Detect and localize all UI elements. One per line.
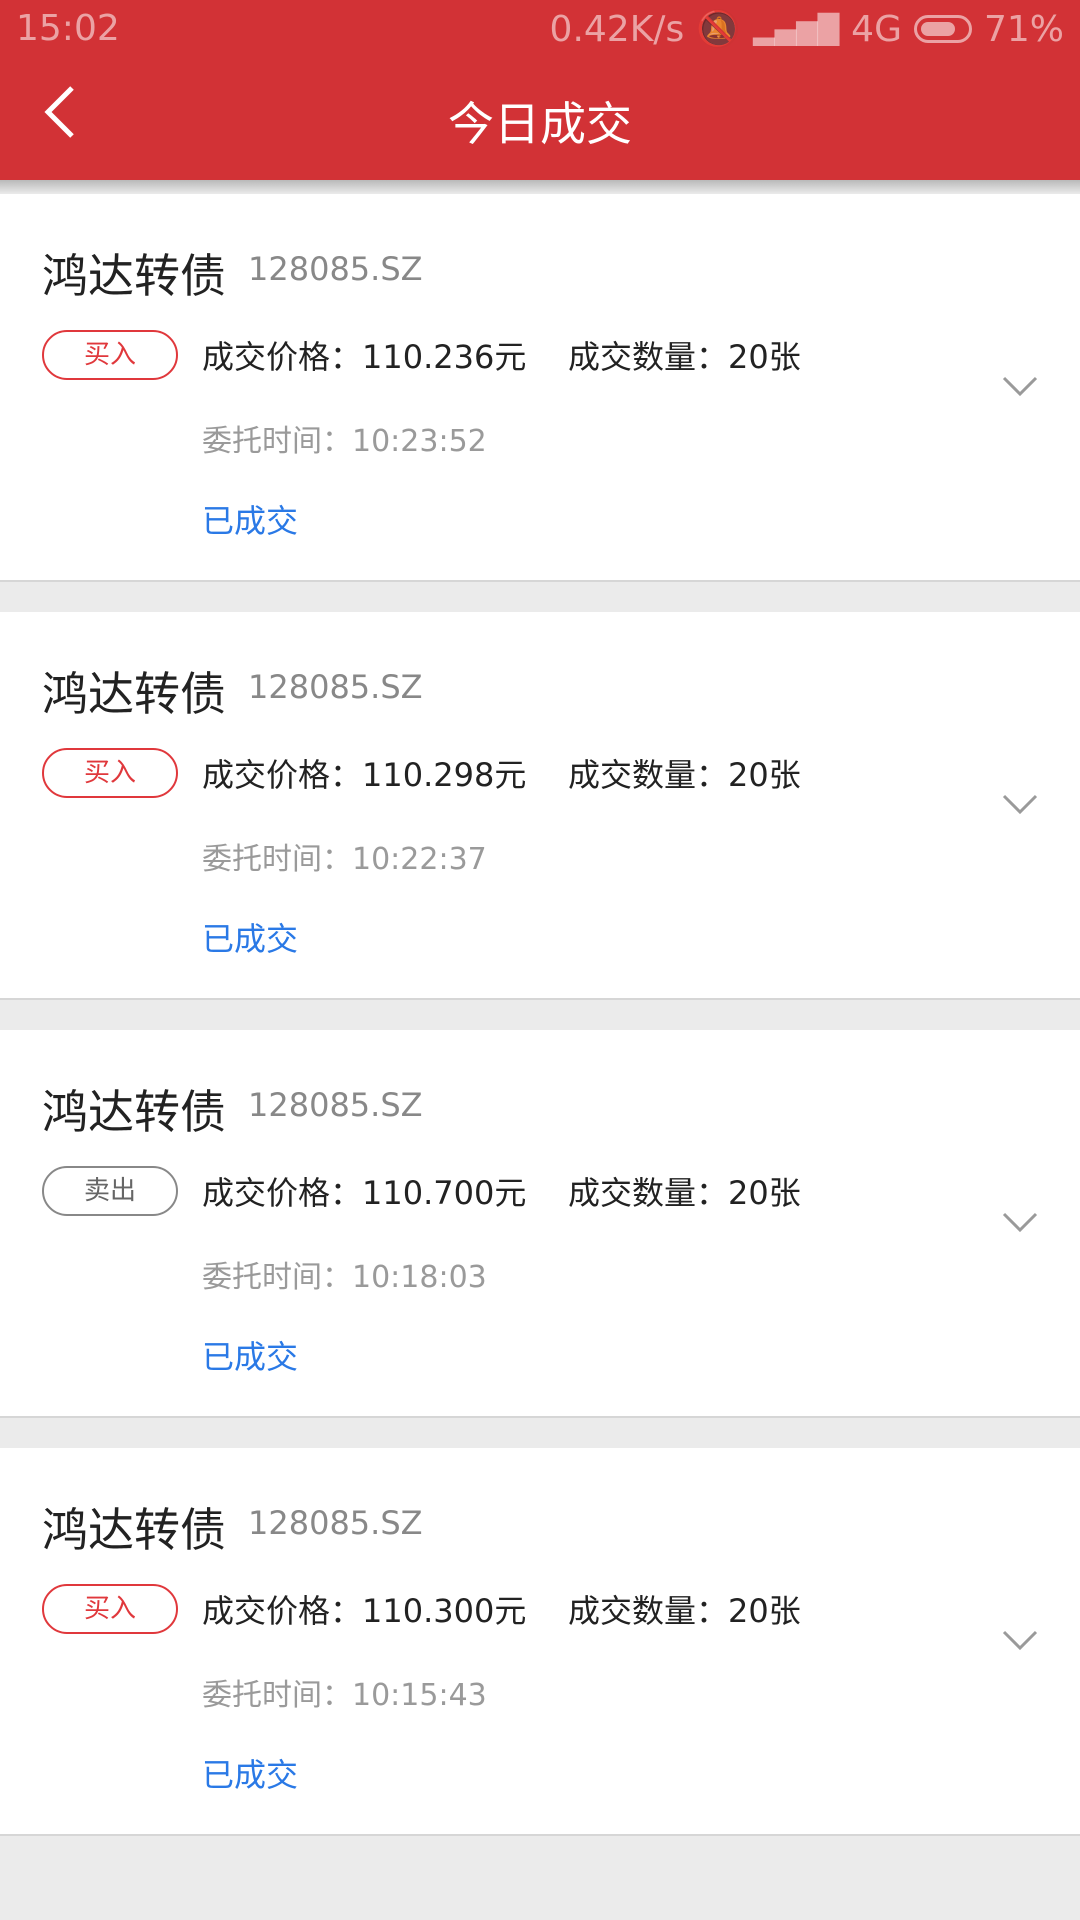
price-value: 110.236元 [362,338,527,376]
time-label: 委托时间： [202,424,352,459]
side-badge: 买入 [42,330,178,380]
chevron-down-icon [1002,794,1038,815]
time-value: 10:23:52 [352,424,487,459]
quantity-label: 成交数量： [568,338,729,376]
status-icons: 0.42K/s 🔕 ▂▄▆█ 4G 71% [549,8,1064,51]
trade-status: 已成交 [202,1756,299,1794]
trade-card[interactable]: 鸿达转债 128085.SZ 买入 成交价格：110.298元 成交数量：20张… [0,612,1080,1000]
quantity-label: 成交数量： [568,756,729,794]
price-value: 110.700元 [362,1174,527,1212]
trade-quantity: 成交数量：20张 [568,750,801,796]
trade-status: 已成交 [202,502,299,540]
trade-quantity: 成交数量：20张 [568,1168,801,1214]
time-label: 委托时间： [202,1260,352,1295]
order-time: 委托时间：10:23:52 [202,416,487,460]
status-bar: 15:02 0.42K/s 🔕 ▂▄▆█ 4G 71% [0,0,1080,58]
trade-price: 成交价格：110.236元 [202,332,526,378]
order-time: 委托时间：10:22:37 [202,834,487,878]
signal-icon: ▂▄▆█ [753,12,840,46]
trade-price: 成交价格：110.298元 [202,750,526,796]
side-badge: 买入 [42,1584,178,1634]
order-time: 委托时间：10:15:43 [202,1670,487,1714]
app-header: 15:02 0.42K/s 🔕 ▂▄▆█ 4G 71% 今日成交 [0,0,1080,180]
quantity-value: 20张 [728,1174,801,1212]
price-value: 110.300元 [362,1592,527,1630]
price-label: 成交价格： [202,756,363,794]
bond-name: 鸿达转债 [42,667,226,721]
network-speed: 0.42K/s [549,8,685,50]
time-label: 委托时间： [202,842,352,877]
trade-card[interactable]: 鸿达转债 128085.SZ 卖出 成交价格：110.700元 成交数量：20张… [0,1030,1080,1418]
order-time: 委托时间：10:18:03 [202,1252,487,1296]
bond-name: 鸿达转债 [42,249,226,303]
expand-button[interactable] [1000,1210,1040,1236]
chevron-down-icon [1002,376,1038,397]
trade-status: 已成交 [202,920,299,958]
expand-button[interactable] [1000,1628,1040,1654]
price-label: 成交价格： [202,1174,363,1212]
quantity-label: 成交数量： [568,1174,729,1212]
expand-button[interactable] [1000,374,1040,400]
battery-level: 71% [983,8,1064,50]
price-label: 成交价格： [202,1592,363,1630]
header-shadow [0,180,1080,194]
quantity-value: 20张 [728,1592,801,1630]
bond-name: 鸿达转债 [42,1085,226,1139]
trade-quantity: 成交数量：20张 [568,1586,801,1632]
price-value: 110.298元 [362,756,527,794]
trade-status: 已成交 [202,1338,299,1376]
bond-code: 128085.SZ [248,1086,423,1124]
status-time: 15:02 [16,8,120,49]
network-type: 4G [851,8,902,50]
time-value: 10:15:43 [352,1678,487,1713]
quantity-label: 成交数量： [568,1592,729,1630]
trade-list: 鸿达转债 128085.SZ 买入 成交价格：110.236元 成交数量：20张… [0,194,1080,1866]
time-value: 10:22:37 [352,842,487,877]
trade-card[interactable]: 鸿达转债 128085.SZ 买入 成交价格：110.236元 成交数量：20张… [0,194,1080,582]
trade-price: 成交价格：110.300元 [202,1586,526,1632]
bond-code: 128085.SZ [248,250,423,288]
bell-off-icon: 🔕 [696,9,742,50]
bond-code: 128085.SZ [248,1504,423,1542]
time-label: 委托时间： [202,1678,352,1713]
quantity-value: 20张 [728,338,801,376]
battery-icon [913,15,972,43]
trade-card[interactable]: 鸿达转债 128085.SZ 买入 成交价格：110.300元 成交数量：20张… [0,1448,1080,1836]
price-label: 成交价格： [202,338,363,376]
time-value: 10:18:03 [352,1260,487,1295]
quantity-value: 20张 [728,756,801,794]
trade-price: 成交价格：110.700元 [202,1168,526,1214]
chevron-down-icon [1002,1212,1038,1233]
side-badge: 卖出 [42,1166,178,1216]
bond-code: 128085.SZ [248,668,423,706]
bond-name: 鸿达转债 [42,1503,226,1557]
side-badge: 买入 [42,748,178,798]
chevron-down-icon [1002,1630,1038,1651]
trade-quantity: 成交数量：20张 [568,332,801,378]
expand-button[interactable] [1000,792,1040,818]
page-title: 今日成交 [448,97,632,151]
